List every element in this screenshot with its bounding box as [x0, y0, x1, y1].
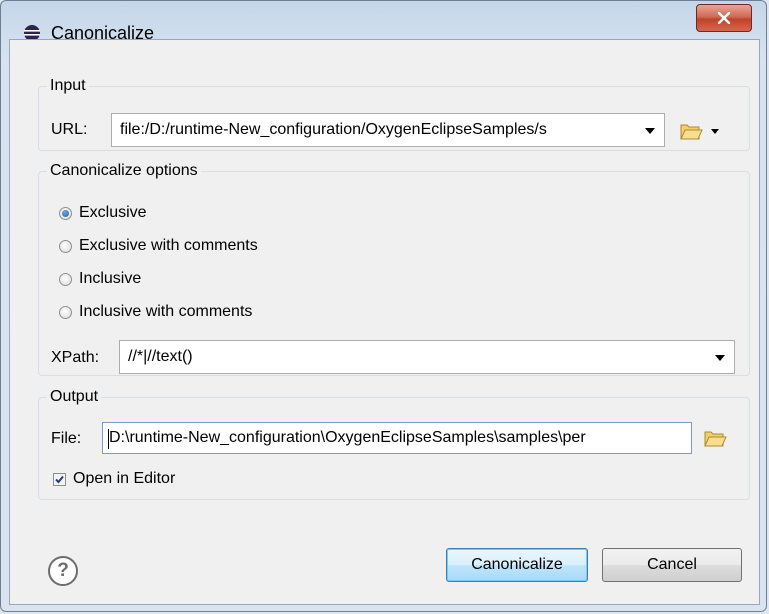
radio-button[interactable]: [59, 206, 72, 220]
radio-inclusive-with-comments[interactable]: Inclusive with comments: [59, 303, 252, 321]
input-legend: Input: [50, 77, 86, 94]
chevron-down-icon[interactable]: [645, 128, 655, 134]
radio-button[interactable]: [59, 305, 72, 319]
cancel-button[interactable]: Cancel: [602, 548, 742, 582]
options-legend: Canonicalize options: [50, 162, 198, 179]
browse-dropdown-icon[interactable]: [711, 129, 719, 134]
radio-button[interactable]: [59, 272, 72, 286]
open-in-editor-checkbox-row[interactable]: Open in Editor: [53, 470, 175, 488]
radio-label: Inclusive with comments: [79, 303, 253, 320]
radio-label: Exclusive: [79, 204, 147, 221]
radio-exclusive-with-comments[interactable]: Exclusive with comments: [59, 237, 258, 255]
xpath-label: XPath:: [51, 349, 100, 366]
radio-button[interactable]: [59, 239, 72, 253]
radio-exclusive[interactable]: Exclusive: [59, 204, 147, 222]
open-in-editor-label: Open in Editor: [73, 470, 176, 487]
output-legend: Output: [50, 388, 99, 405]
output-file-value: D:\runtime-New_configuration\OxygenEclip…: [109, 429, 586, 446]
canonicalize-button[interactable]: Canonicalize: [446, 548, 588, 582]
radio-label: Inclusive: [79, 270, 142, 287]
options-group: Canonicalize options Exclusive Exclusive…: [38, 162, 750, 376]
help-icon[interactable]: ?: [48, 556, 78, 586]
close-icon: [717, 12, 731, 24]
checkmark-icon: [55, 475, 64, 483]
radio-label: Exclusive with comments: [79, 237, 258, 254]
radio-inclusive[interactable]: Inclusive: [59, 270, 141, 288]
url-combo[interactable]: file:/D:/runtime-New_configuration/Oxyge…: [111, 113, 665, 147]
output-file-field[interactable]: D:\runtime-New_configuration\OxygenEclip…: [102, 422, 692, 454]
chevron-down-icon[interactable]: [715, 355, 725, 361]
output-group: Output File: D:\runtime-New_configuratio…: [38, 388, 750, 500]
url-value: file:/D:/runtime-New_configuration/Oxyge…: [120, 121, 547, 138]
file-label: File:: [51, 430, 82, 447]
url-label: URL:: [51, 121, 88, 138]
folder-open-icon[interactable]: [679, 121, 703, 141]
close-button[interactable]: [696, 4, 752, 32]
xpath-combo[interactable]: //*|//text(): [119, 340, 735, 374]
xpath-value: //*|//text(): [128, 348, 193, 365]
open-in-editor-checkbox[interactable]: [53, 472, 66, 486]
dialog-window: Canonicalize Input URL: file:/D:/runtime…: [0, 0, 767, 612]
folder-open-icon[interactable]: [703, 428, 727, 448]
dialog-body: Input URL: file:/D:/runtime-New_configur…: [9, 39, 760, 605]
input-group: Input URL: file:/D:/runtime-New_configur…: [38, 77, 750, 151]
